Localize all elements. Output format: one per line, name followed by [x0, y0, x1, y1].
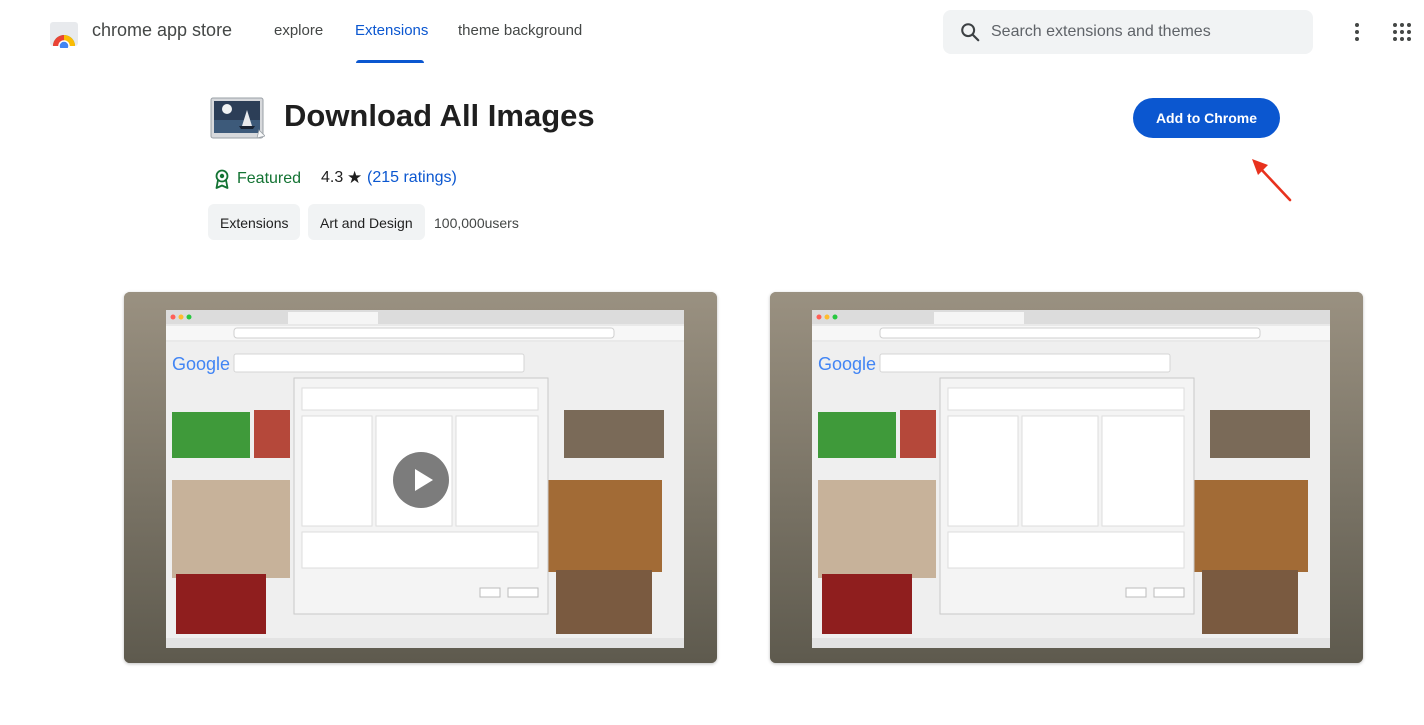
category-chip-extensions[interactable]: Extensions	[208, 204, 301, 240]
tab-extensions[interactable]: Extensions	[355, 22, 428, 39]
screenshot-2-image: Google	[770, 292, 1363, 663]
play-icon	[415, 469, 433, 491]
featured-badge-icon	[215, 169, 229, 189]
google-apps-icon[interactable]	[1390, 20, 1414, 44]
svg-text:Google: Google	[172, 354, 230, 374]
star-icon: ★	[347, 168, 363, 187]
featured-label: Featured	[237, 170, 302, 187]
search-icon	[961, 23, 980, 42]
red-arrow-annotation-icon	[1252, 159, 1292, 202]
svg-text:Google: Google	[818, 354, 876, 374]
category-chip-art-and-design[interactable]: Art and Design	[308, 204, 425, 240]
more-options-icon[interactable]	[1345, 20, 1369, 44]
screenshot-1[interactable]: Google	[124, 292, 717, 663]
add-to-chrome-button[interactable]: Add to Chrome	[1133, 98, 1280, 138]
extension-title: Download All Images	[284, 98, 595, 133]
rating-value: 4.3	[321, 169, 344, 186]
search-box[interactable]	[943, 10, 1313, 54]
chrome-web-store-logo-icon[interactable]	[49, 18, 79, 48]
user-count: 100,000users	[434, 215, 519, 231]
search-input[interactable]	[991, 10, 1301, 54]
play-video-button[interactable]	[393, 452, 449, 508]
brand-name[interactable]: chrome app store	[92, 20, 232, 41]
ratings-count-link[interactable]: (215 ratings)	[367, 169, 457, 187]
top-header: chrome app store explore Extensions them…	[0, 0, 1424, 64]
active-tab-indicator	[356, 60, 424, 63]
tab-explore[interactable]: explore	[274, 22, 323, 39]
extension-icon	[210, 97, 265, 139]
screenshot-2[interactable]: Google	[770, 292, 1363, 663]
tab-theme-background[interactable]: theme background	[458, 22, 582, 39]
